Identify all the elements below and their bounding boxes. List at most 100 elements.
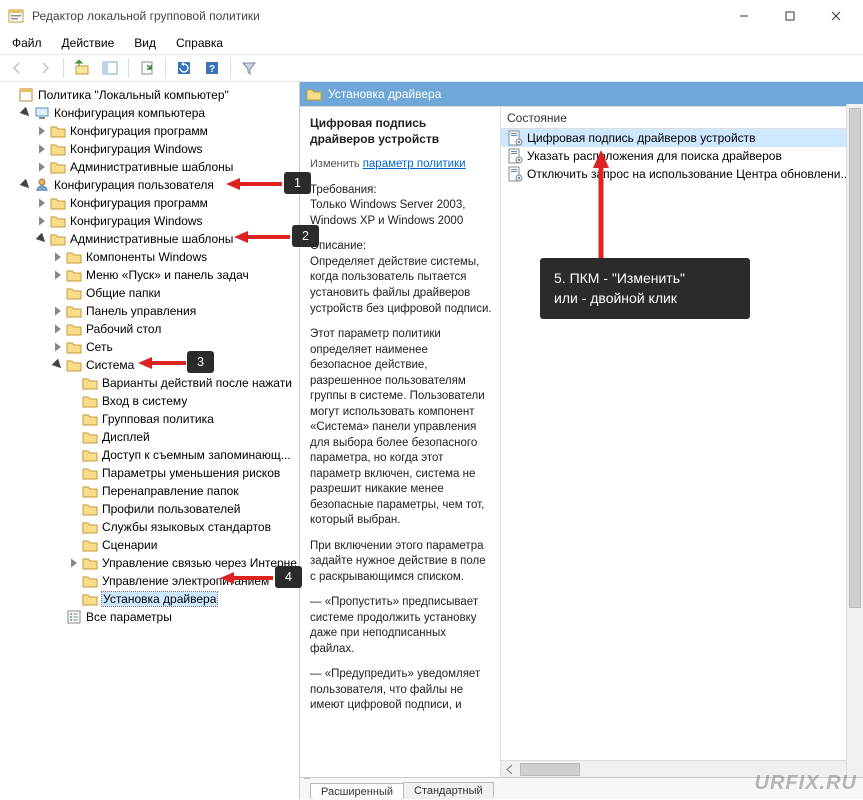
minimize-button[interactable] (721, 0, 767, 32)
policy-icon (507, 148, 523, 164)
collapse-icon[interactable] (52, 359, 64, 371)
close-button[interactable] (813, 0, 859, 32)
expand-icon[interactable] (36, 197, 48, 209)
tree-item[interactable]: Сценарии (4, 536, 299, 554)
titlebar: Редактор локальной групповой политики (0, 0, 863, 32)
app-icon (8, 8, 24, 24)
expand-icon[interactable] (52, 269, 64, 281)
tree-computer-config[interactable]: Конфигурация компьютера (4, 104, 299, 122)
folder-icon (66, 321, 82, 337)
settings-item[interactable]: Указать расположения для поиска драйверо… (501, 147, 863, 165)
folder-icon (82, 555, 98, 571)
tree-item[interactable]: Варианты действий после нажати (4, 374, 299, 392)
tree-item[interactable]: Административные шаблоны (4, 158, 299, 176)
collapse-icon[interactable] (20, 107, 32, 119)
tree-all-settings[interactable]: Все параметры (4, 608, 299, 626)
folder-icon (66, 267, 82, 283)
folder-icon (82, 375, 98, 391)
expand-icon[interactable] (52, 323, 64, 335)
tree-item[interactable]: Конфигурация программ (4, 194, 299, 212)
main-split: Политика "Локальный компьютер" Конфигура… (0, 82, 863, 799)
details-header: Установка драйвера (300, 82, 863, 106)
folder-icon (82, 591, 98, 607)
tree-system[interactable]: Система (4, 356, 299, 374)
tree-item[interactable]: Управление связью через Интерне (4, 554, 299, 572)
up-button[interactable] (70, 56, 94, 80)
tree-item[interactable]: Компоненты Windows (4, 248, 299, 266)
folder-icon (82, 429, 98, 445)
expand-icon[interactable] (36, 161, 48, 173)
maximize-button[interactable] (767, 0, 813, 32)
policy-icon (507, 130, 523, 146)
back-button[interactable] (5, 56, 29, 80)
folder-icon (306, 86, 322, 102)
tree-item[interactable]: Параметры уменьшения рисков (4, 464, 299, 482)
forward-button[interactable] (33, 56, 57, 80)
menu-file[interactable]: Файл (4, 34, 54, 52)
folder-icon (50, 141, 66, 157)
expand-icon[interactable] (36, 125, 48, 137)
show-hide-tree-button[interactable] (98, 56, 122, 80)
expand-icon[interactable] (52, 251, 64, 263)
policy-tree[interactable]: Политика "Локальный компьютер" Конфигура… (0, 82, 300, 799)
tree-root[interactable]: Политика "Локальный компьютер" (4, 86, 299, 104)
expand-icon[interactable] (68, 557, 80, 569)
folder-icon (66, 249, 82, 265)
details-pane: Установка драйвера Цифровая подпись драй… (300, 82, 863, 799)
tree-item[interactable]: Меню «Пуск» и панель задач (4, 266, 299, 284)
folder-icon (66, 285, 82, 301)
tree-item[interactable]: Конфигурация Windows (4, 140, 299, 158)
settings-list[interactable]: Цифровая подпись драйверов устройств Ука… (501, 129, 863, 760)
tree-item[interactable]: Вход в систему (4, 392, 299, 410)
vertical-scrollbar[interactable] (846, 104, 863, 777)
expand-icon[interactable] (52, 341, 64, 353)
tree-item[interactable]: Общие папки (4, 284, 299, 302)
tree-item[interactable]: Конфигурация Windows (4, 212, 299, 230)
menu-help[interactable]: Справка (168, 34, 235, 52)
folder-icon (82, 411, 98, 427)
folder-icon (82, 519, 98, 535)
tree-item[interactable]: Рабочий стол (4, 320, 299, 338)
separator (63, 58, 64, 78)
expand-icon[interactable] (36, 215, 48, 227)
settings-item[interactable]: Отключить запрос на использование Центра… (501, 165, 863, 183)
export-button[interactable] (135, 56, 159, 80)
menu-view[interactable]: Вид (126, 34, 168, 52)
column-header-state[interactable]: Состояние (501, 107, 863, 129)
collapse-icon[interactable] (20, 179, 32, 191)
folder-icon (82, 483, 98, 499)
tree-item[interactable]: Сеть (4, 338, 299, 356)
tab-standard[interactable]: Стандартный (403, 782, 494, 799)
settings-item[interactable]: Цифровая подпись драйверов устройств (501, 129, 863, 147)
tree-item[interactable]: Доступ к съемным запоминающ... (4, 446, 299, 464)
tree-item[interactable]: Службы языковых стандартов (4, 518, 299, 536)
filter-button[interactable] (237, 56, 261, 80)
tree-item[interactable]: Панель управления (4, 302, 299, 320)
tree-item[interactable]: Групповая политика (4, 410, 299, 428)
tree-admin-templates[interactable]: Административные шаблоны (4, 230, 299, 248)
toolbar: ? (0, 54, 863, 82)
settings-list-panel: Состояние Цифровая подпись драйверов уст… (500, 107, 863, 777)
tree-user-config[interactable]: Конфигурация пользователя (4, 176, 299, 194)
tab-extended[interactable]: Расширенный (310, 783, 404, 800)
book-icon (18, 87, 34, 103)
edit-policy-link[interactable]: параметр политики (363, 158, 466, 170)
folder-icon (50, 213, 66, 229)
expand-icon[interactable] (52, 305, 64, 317)
tree-item[interactable]: Конфигурация программ (4, 122, 299, 140)
menu-action[interactable]: Действие (54, 34, 127, 52)
tree-item[interactable]: Дисплей (4, 428, 299, 446)
tree-driver-install[interactable]: Установка драйвера (4, 590, 299, 608)
separator (165, 58, 166, 78)
tree-item[interactable]: Перенаправление папок (4, 482, 299, 500)
folder-icon (50, 231, 66, 247)
folder-icon (82, 537, 98, 553)
tree-item[interactable]: Управление электропитанием (4, 572, 299, 590)
horizontal-scrollbar[interactable] (501, 760, 863, 777)
help-button[interactable]: ? (200, 56, 224, 80)
refresh-button[interactable] (172, 56, 196, 80)
tree-item[interactable]: Профили пользователей (4, 500, 299, 518)
collapse-icon[interactable] (36, 233, 48, 245)
separator (128, 58, 129, 78)
expand-icon[interactable] (36, 143, 48, 155)
